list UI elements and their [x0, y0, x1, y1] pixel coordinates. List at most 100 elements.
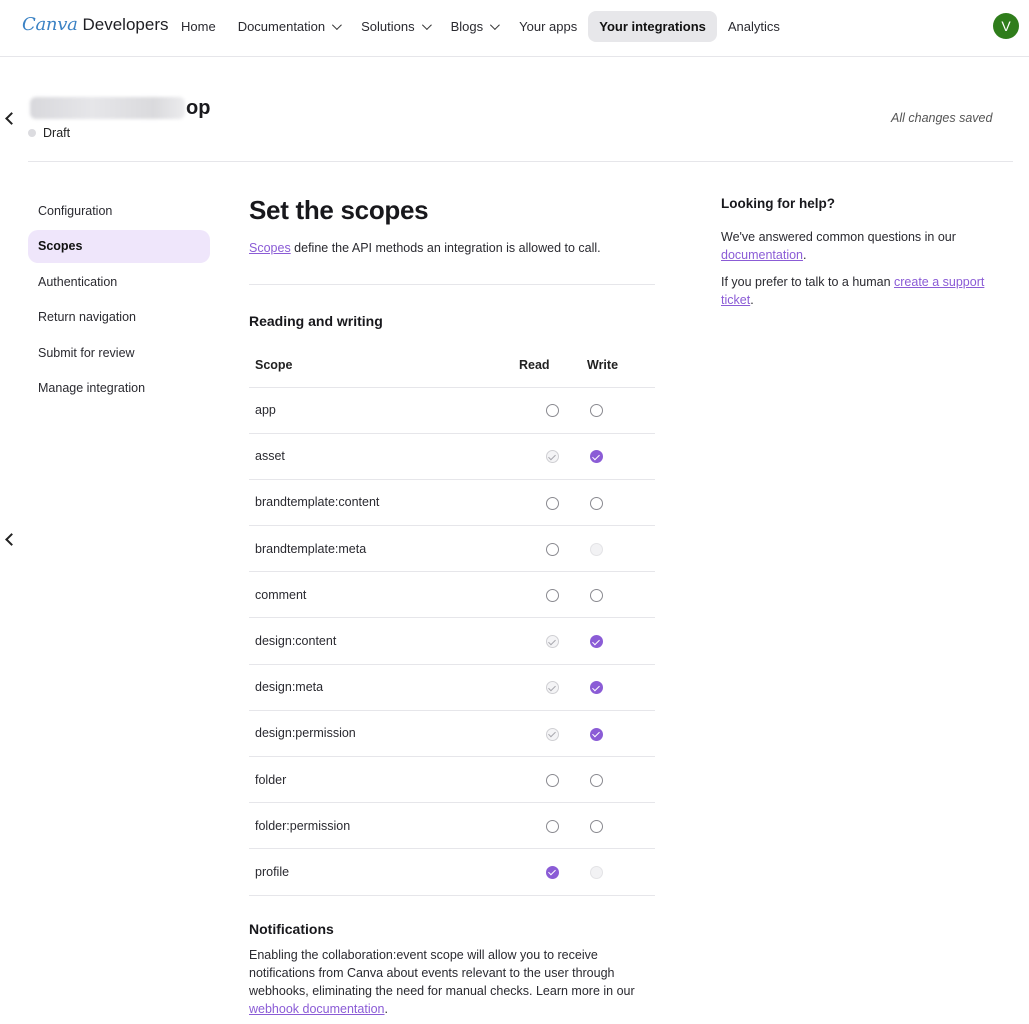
- read-checkbox: [546, 681, 559, 695]
- column-header-write: Write: [586, 344, 655, 388]
- sidebar-item-label: Return navigation: [38, 310, 136, 325]
- read-checkbox[interactable]: [546, 866, 559, 880]
- nav-item-label: Blogs: [450, 19, 484, 34]
- canva-developers-logo[interactable]: Canva Developers: [22, 14, 169, 35]
- sidebar-item-label: Submit for review: [38, 345, 135, 360]
- webhook-documentation-link[interactable]: webhook documentation: [249, 1002, 385, 1016]
- sidebar-item-label: Configuration: [38, 203, 113, 218]
- read-cell: [519, 525, 586, 573]
- read-cell: [519, 802, 586, 850]
- notifications-body: Enabling the collaboration:event scope w…: [249, 948, 635, 998]
- collapse-arrow-icon[interactable]: [5, 533, 18, 546]
- table-header-row: Scope Read Write: [249, 344, 655, 388]
- column-header-scope: Scope: [249, 344, 519, 388]
- nav-item-blogs[interactable]: Blogs: [440, 11, 509, 42]
- help-faq-text: We've answered common questions in our d…: [721, 228, 996, 264]
- write-checkbox[interactable]: [590, 496, 603, 510]
- scope-row: design:content: [249, 617, 655, 665]
- scopes-table: Scope Read Write app asset brandtemplate:c…: [249, 344, 655, 896]
- read-cell: [519, 387, 586, 434]
- nav-item-your-apps[interactable]: Your apps: [508, 11, 588, 42]
- help-faq-body: We've answered common questions in our: [721, 230, 956, 244]
- nav-item-label: Documentation: [237, 19, 326, 34]
- user-avatar[interactable]: V: [993, 13, 1019, 39]
- write-cell: [586, 756, 655, 804]
- header-divider: [28, 161, 1013, 162]
- top-navigation: Canva Developers Home Documentation Solu…: [0, 0, 1029, 57]
- scopes-intro: Scopes define the API methods an integra…: [249, 241, 601, 255]
- integration-title: op: [30, 96, 210, 120]
- nav-menu: Home Documentation Solutions Blogs Your …: [170, 11, 791, 42]
- sidebar-item-authentication[interactable]: Authentication: [28, 265, 210, 298]
- nav-item-your-integrations[interactable]: Your integrations: [588, 11, 717, 42]
- scope-name: brandtemplate:content: [249, 479, 519, 527]
- write-checkbox[interactable]: [590, 588, 603, 602]
- notifications-text: Enabling the collaboration:event scope w…: [249, 946, 649, 1018]
- write-cell: [586, 433, 655, 480]
- sidebar-item-scopes[interactable]: Scopes: [28, 229, 210, 263]
- write-cell: [586, 617, 655, 665]
- nav-item-analytics[interactable]: Analytics: [717, 11, 791, 42]
- nav-item-documentation[interactable]: Documentation: [227, 11, 350, 42]
- read-cell: [519, 664, 586, 711]
- developers-logo-text: Developers: [82, 15, 169, 34]
- write-cell: [586, 848, 655, 896]
- status-badge: Draft: [28, 126, 70, 140]
- canva-logo-text: Canva: [22, 14, 78, 35]
- write-checkbox[interactable]: [590, 635, 603, 649]
- scope-row: brandtemplate:content: [249, 479, 655, 527]
- write-checkbox[interactable]: [590, 681, 603, 695]
- nav-item-label: Your apps: [519, 19, 578, 34]
- read-cell: [519, 433, 586, 480]
- help-panel: Looking for help? We've answered common …: [721, 196, 996, 307]
- write-checkbox[interactable]: [590, 450, 603, 464]
- nav-item-solutions[interactable]: Solutions: [350, 11, 439, 42]
- scope-row: app: [249, 387, 655, 434]
- column-header-read: Read: [519, 344, 586, 388]
- nav-item-label: Solutions: [361, 19, 415, 34]
- scope-name: asset: [249, 433, 519, 480]
- back-arrow-icon[interactable]: [5, 112, 18, 125]
- scope-name: comment: [249, 571, 519, 619]
- read-checkbox[interactable]: [546, 404, 559, 418]
- chevron-down-icon: [332, 20, 343, 31]
- read-checkbox: [546, 727, 559, 741]
- write-cell: [586, 571, 655, 619]
- notifications-end: .: [384, 1002, 388, 1016]
- read-cell: [519, 848, 586, 896]
- sidebar-item-configuration[interactable]: Configuration: [28, 194, 210, 227]
- write-checkbox[interactable]: [590, 727, 603, 741]
- sidebar-item-return-navigation[interactable]: Return navigation: [28, 301, 210, 334]
- scopes-link[interactable]: Scopes: [249, 241, 291, 255]
- read-checkbox[interactable]: [546, 542, 559, 556]
- notifications-heading: Notifications: [249, 921, 334, 937]
- sidebar-item-manage-integration[interactable]: Manage integration: [28, 372, 210, 405]
- write-cell: [586, 710, 655, 758]
- scope-name: folder:permission: [249, 802, 519, 850]
- read-checkbox[interactable]: [546, 496, 559, 510]
- scope-row: brandtemplate:meta: [249, 525, 655, 573]
- help-support-body: If you prefer to talk to a human: [721, 275, 895, 289]
- write-checkbox[interactable]: [590, 773, 603, 787]
- nav-item-label: Home: [181, 19, 216, 34]
- read-checkbox[interactable]: [546, 819, 559, 833]
- read-cell: [519, 479, 586, 527]
- help-support-text: If you prefer to talk to a human create …: [721, 273, 996, 309]
- nav-item-home[interactable]: Home: [170, 11, 227, 42]
- write-cell: [586, 525, 655, 573]
- read-checkbox[interactable]: [546, 773, 559, 787]
- read-checkbox: [546, 450, 559, 464]
- documentation-link[interactable]: documentation: [721, 248, 803, 262]
- scopes-intro-text: define the API methods an integration is…: [290, 241, 601, 255]
- scope-name: design:permission: [249, 710, 519, 758]
- scope-row: folder: [249, 756, 655, 804]
- scopes-panel: Set the scopes Scopes define the API met…: [249, 195, 655, 1016]
- read-checkbox[interactable]: [546, 588, 559, 602]
- write-checkbox[interactable]: [590, 819, 603, 833]
- sidebar-item-submit-for-review[interactable]: Submit for review: [28, 336, 210, 369]
- help-faq-end: .: [803, 248, 807, 262]
- scope-row: asset: [249, 433, 655, 480]
- scope-name: design:content: [249, 617, 519, 665]
- write-checkbox[interactable]: [590, 404, 603, 418]
- scope-name: folder: [249, 756, 519, 804]
